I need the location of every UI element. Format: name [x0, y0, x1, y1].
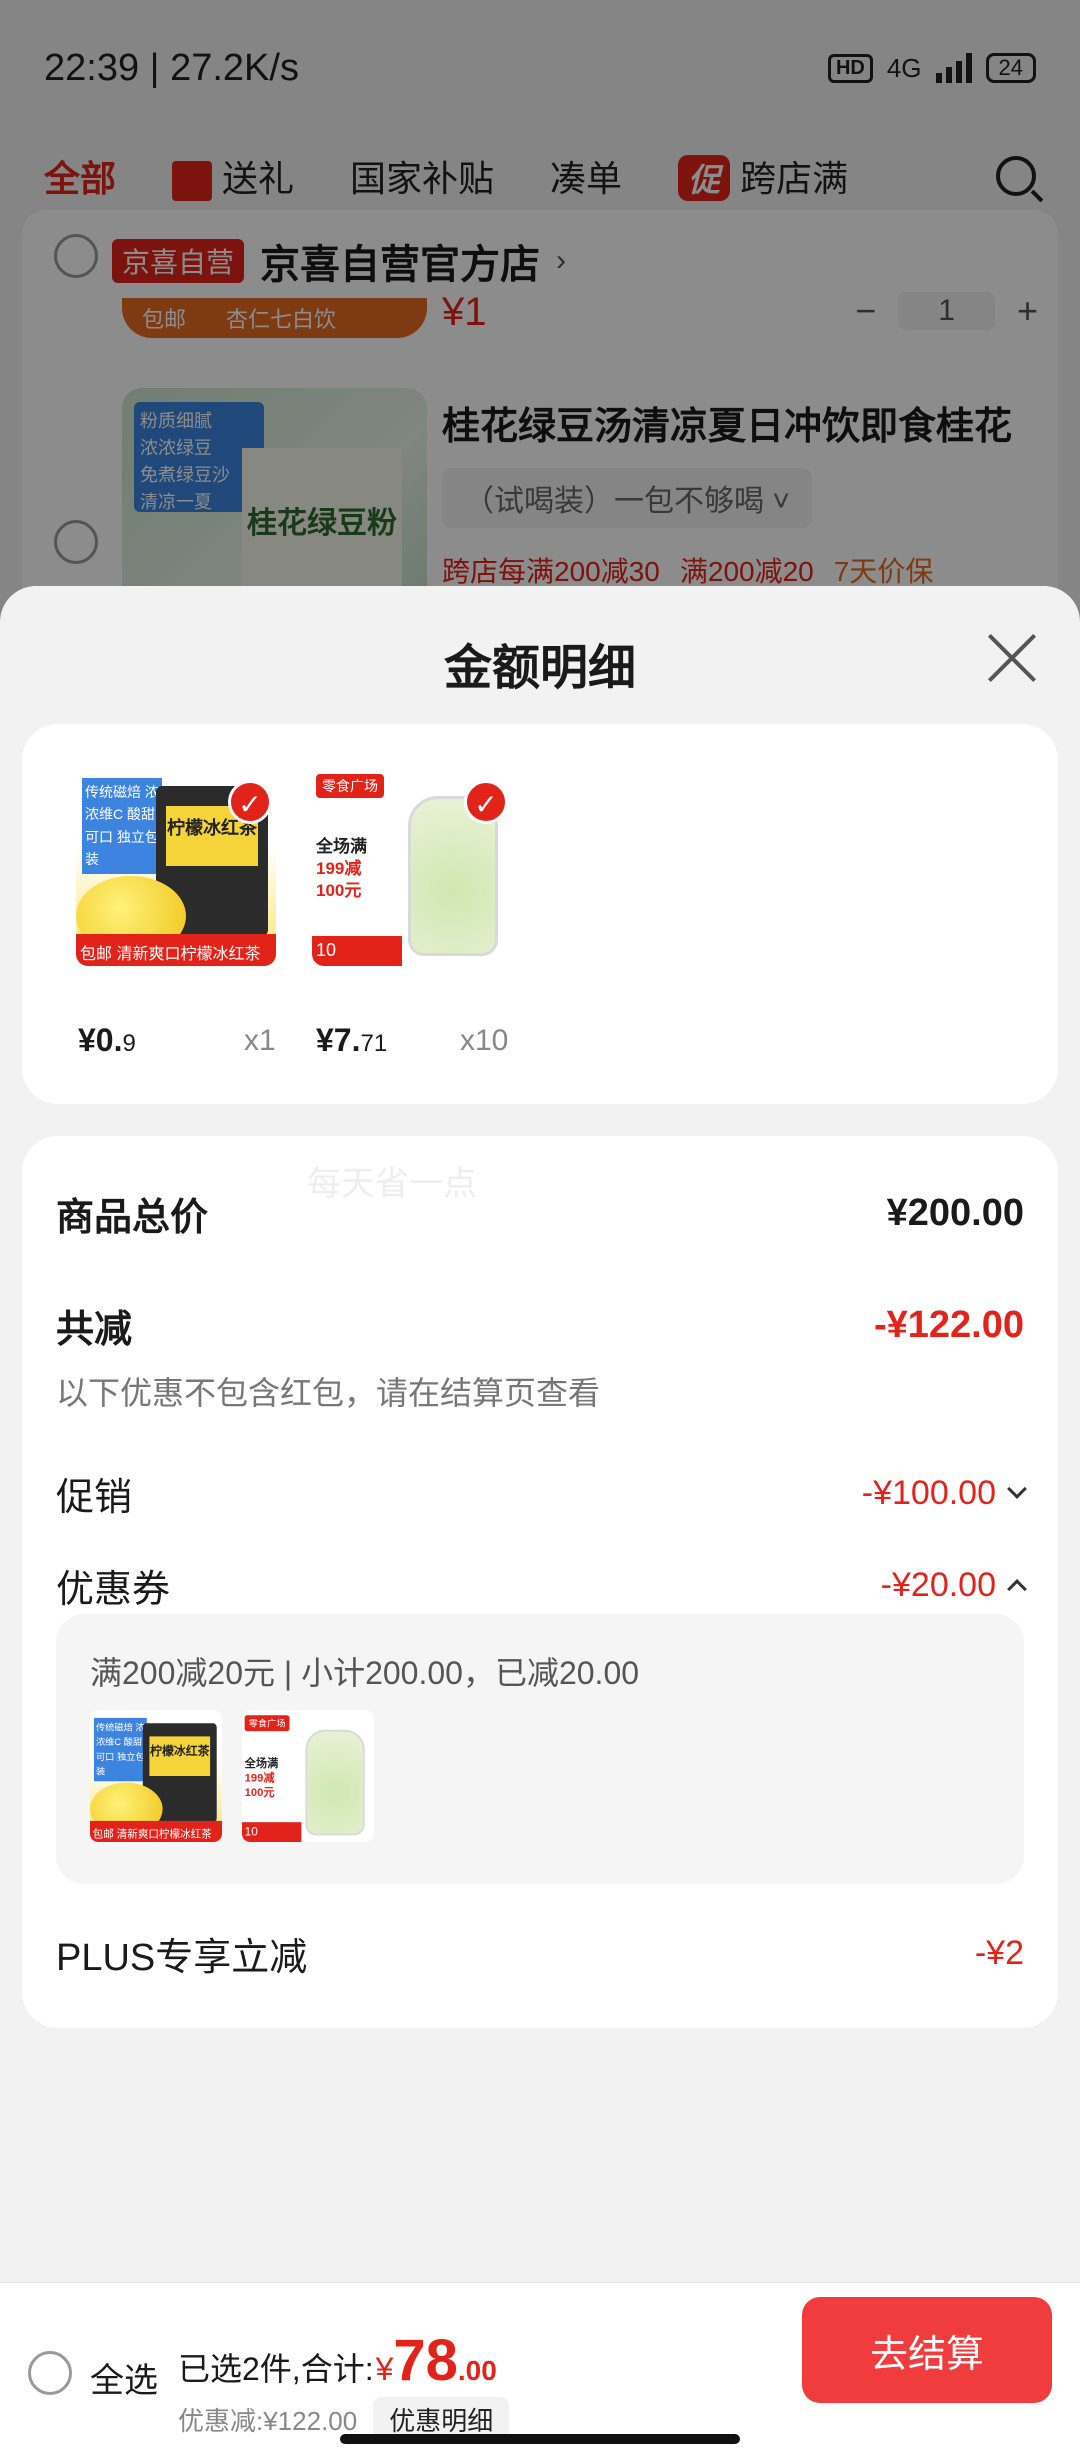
total-price-value: ¥200.00 [886, 1192, 1024, 1234]
price-breakdown-card: 每天省一点 商品总价 ¥200.00 共减 -¥122.00 以下优惠不包含红包… [22, 1136, 1058, 2028]
product-image: 零食广场 全场满 199减 100元 10 ✓ [312, 766, 512, 966]
check-icon: ✓ [464, 780, 508, 824]
sheet-title: 金额明细 [443, 642, 636, 695]
product-qty: x1 [244, 1024, 276, 1057]
coupon-detail-box: 满200减20元 | 小计200.00，已减20.00 传统磁焙 浓浓维C 酸甜… [56, 1614, 1024, 1884]
discount-text: 优惠减:¥122.00 [178, 2406, 358, 2436]
product-thumb-candy[interactable]: 零食广场 全场满 199减 100元 10 ✓ [312, 766, 512, 966]
amount-detail-sheet: 金额明细 传统磁焙 浓浓维C 酸甜可口 独立包装 柠檬冰红茶 包邮 清新爽口柠檬… [0, 586, 1080, 2460]
promotion-row[interactable]: 促销 -¥100.00 [56, 1466, 1027, 1521]
home-indicator[interactable] [340, 2434, 740, 2444]
coupon-value: -¥20.00 [880, 1566, 996, 1604]
total-summary: 已选2件,合计: ¥ 78 .00 [178, 2328, 497, 2393]
saved-row: 共减 -¥122.00 [56, 1304, 1024, 1351]
promotion-value: -¥100.00 [861, 1474, 996, 1512]
product-price: ¥7.71 [316, 1022, 388, 1058]
chevron-down-icon [1007, 1478, 1027, 1499]
coupon-detail-text: 满200减20元 | 小计200.00，已减20.00 [90, 1655, 640, 1691]
selected-products-card: 传统磁焙 浓浓维C 酸甜可口 独立包装 柠檬冰红茶 包邮 清新爽口柠檬冰红茶 ✓… [22, 724, 1058, 1104]
plus-discount-value: -¥2 [974, 1934, 1024, 1972]
close-icon[interactable] [986, 632, 1036, 682]
product-qty: x10 [460, 1024, 509, 1057]
total-amount: 78 [393, 2328, 458, 2393]
product-image: 传统磁焙 浓浓维C 酸甜可口 独立包装 柠檬冰红茶 包邮 清新爽口柠檬冰红茶 ✓ [76, 766, 276, 966]
saved-value: -¥122.00 [873, 1304, 1024, 1346]
checkout-button[interactable]: 去结算 [802, 2297, 1052, 2403]
coupon-product-thumb: 传统磁焙 浓浓维C 酸甜可口 独立包装 柠檬冰红茶 包邮 清新爽口柠檬冰红茶 [90, 1710, 222, 1842]
total-price-row: 商品总价 ¥200.00 [56, 1192, 1024, 1239]
product-price: ¥0.9 [78, 1022, 136, 1058]
chevron-up-icon [1007, 1578, 1027, 1599]
select-all-radio[interactable] [28, 2351, 72, 2395]
product-thumb-lemon-tea[interactable]: 传统磁焙 浓浓维C 酸甜可口 独立包装 柠檬冰红茶 包邮 清新爽口柠檬冰红茶 ✓ [76, 766, 276, 966]
plus-discount-row: PLUS专享立减 -¥2 [56, 1934, 1024, 1979]
coupon-product-thumb: 零食广场 全场满 199减 100元 10 [242, 1710, 374, 1842]
check-icon: ✓ [228, 780, 272, 824]
coupon-row[interactable]: 优惠券 -¥20.00 [56, 1558, 1027, 1613]
saved-note: 以下优惠不包含红包，请在结算页查看 [56, 1375, 601, 1411]
select-all-label[interactable]: 全选 [90, 2353, 158, 2402]
